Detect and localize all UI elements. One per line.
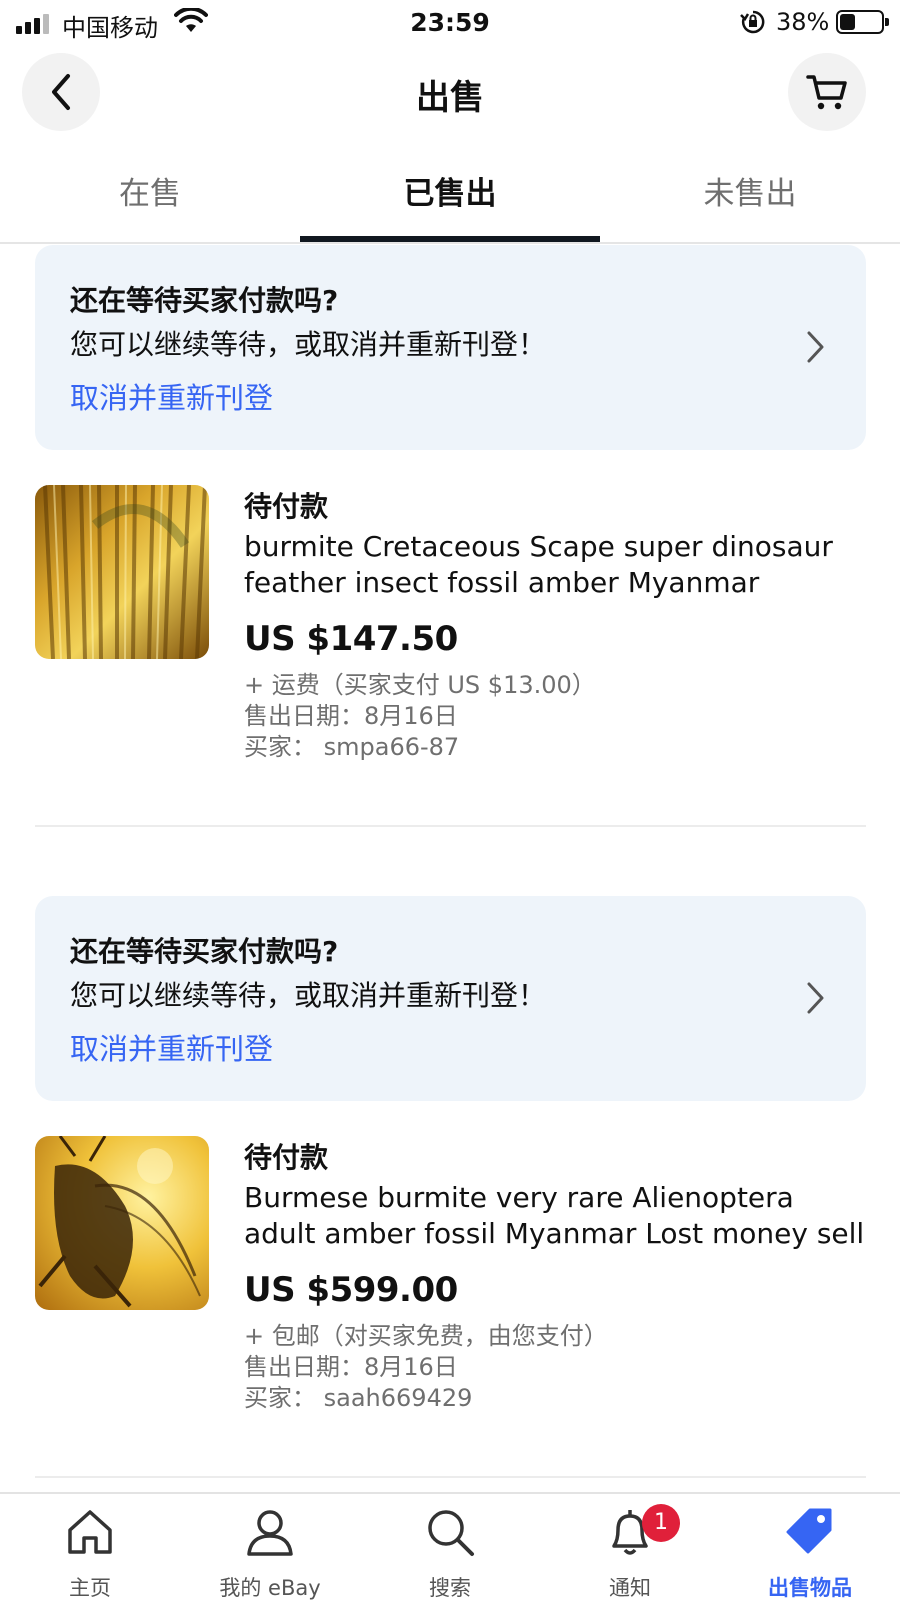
battery-icon	[836, 10, 889, 34]
buyer-id: 买家： smpa66-87	[244, 733, 460, 761]
bottom-navigation: 主页 我的 eBay 搜索 1 通知 出售物品	[0, 1492, 900, 1600]
item-thumbnail	[35, 485, 209, 659]
cancel-and-relist-link[interactable]: 取消并重新刊登	[70, 1026, 273, 1068]
item-price: US $599.00	[244, 1270, 458, 1310]
item-status: 待付款	[244, 490, 329, 523]
tab-active-listings[interactable]: 在售	[0, 168, 300, 244]
header: 出售	[0, 50, 900, 134]
nav-home[interactable]: 主页	[0, 1494, 180, 1600]
notice-title: 还在等待买家付款吗?	[70, 284, 339, 317]
tab-sold[interactable]: 已售出	[300, 168, 600, 244]
battery-percent: 38%	[776, 8, 830, 36]
nav-label: 通知	[609, 1576, 651, 1600]
notice-title: 还在等待买家付款吗?	[70, 935, 339, 968]
divider	[35, 825, 866, 827]
price-tag-icon	[786, 1508, 832, 1554]
tab-unsold[interactable]: 未售出	[600, 168, 900, 244]
listing-item[interactable]: 待付款 Burmese burmite very rare Alienopter…	[0, 1136, 900, 1436]
orientation-lock-icon	[740, 9, 766, 39]
cancel-and-relist-link[interactable]: 取消并重新刊登	[70, 375, 273, 417]
cart-button[interactable]	[788, 53, 866, 131]
nav-notifications[interactable]: 1 通知	[540, 1494, 720, 1600]
tab-active-indicator	[300, 236, 600, 242]
nav-my-ebay[interactable]: 我的 eBay	[180, 1494, 360, 1600]
divider	[35, 1476, 866, 1478]
page-title: 出售	[416, 78, 484, 118]
search-icon	[428, 1510, 474, 1556]
shipping-info: + 包邮（对买家免费，由您支付）	[244, 1322, 608, 1350]
notification-badge: 1	[642, 1504, 680, 1542]
cart-icon	[806, 75, 847, 110]
sold-date: 售出日期：8月16日	[244, 702, 458, 730]
tab-bar: 在售 已售出 未售出	[0, 150, 900, 244]
item-title: burmite Cretaceous Scape super dinosaur …	[244, 530, 833, 599]
chevron-right-icon	[807, 982, 824, 1014]
item-price: US $147.50	[244, 619, 458, 659]
nav-label: 我的 eBay	[219, 1576, 321, 1600]
chevron-right-icon	[807, 331, 824, 363]
payment-pending-notice[interactable]: 还在等待买家付款吗? 您可以继续等待，或取消并重新刊登！ 取消并重新刊登	[35, 896, 866, 1101]
notice-description: 您可以继续等待，或取消并重新刊登！	[70, 979, 547, 1012]
item-thumbnail	[35, 1136, 209, 1310]
payment-pending-notice[interactable]: 还在等待买家付款吗? 您可以继续等待，或取消并重新刊登！ 取消并重新刊登	[35, 245, 866, 450]
nav-label: 搜索	[429, 1576, 471, 1600]
buyer-id: 买家： saah669429	[244, 1384, 473, 1412]
status-bar: 中国移动 23:59 38%	[0, 0, 900, 46]
notice-description: 您可以继续等待，或取消并重新刊登！	[70, 328, 547, 361]
sold-date: 售出日期：8月16日	[244, 1353, 458, 1381]
nav-label: 主页	[69, 1576, 111, 1600]
item-status: 待付款	[244, 1141, 329, 1174]
user-icon	[247, 1510, 293, 1556]
nav-search[interactable]: 搜索	[360, 1494, 540, 1600]
shipping-info: + 运费（买家支付 US $13.00）	[244, 671, 596, 699]
home-icon	[68, 1510, 112, 1554]
item-title: Burmese burmite very rare Alienoptera ad…	[244, 1181, 865, 1250]
listing-item[interactable]: 待付款 burmite Cretaceous Scape super dinos…	[0, 485, 900, 785]
nav-selling[interactable]: 出售物品	[720, 1494, 900, 1600]
nav-label: 出售物品	[768, 1576, 852, 1600]
